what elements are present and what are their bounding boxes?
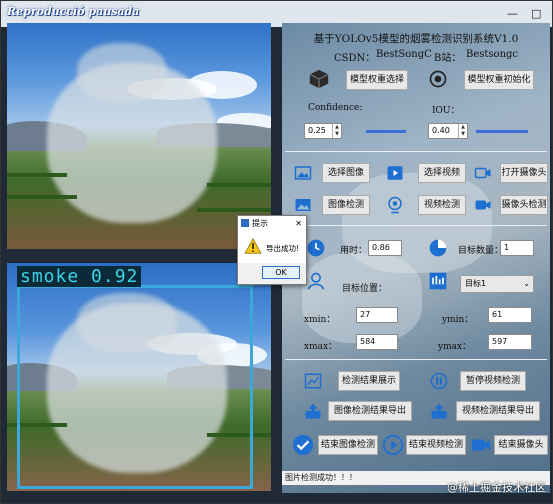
main-window: Reproducció pausada — □ smoke 0.92 基于YOL… (0, 0, 553, 504)
count-label: 目标数量： (458, 246, 504, 256)
ok-button[interactable]: OK (262, 266, 300, 279)
csdn-label: CSDN： (334, 53, 376, 64)
image-icon (294, 166, 312, 180)
xmax-label: xmax： (304, 342, 338, 352)
iou-label: IOU： (432, 106, 460, 116)
show-result-button[interactable]: 检测结果展示 (338, 371, 400, 391)
message-dialog: 提示 ✕ 导出成功! OK (237, 215, 307, 285)
count-field: 1 (500, 240, 534, 256)
time-field: 0.86 (368, 240, 402, 256)
confidence-value: 0.25 (308, 126, 326, 135)
model-init-button[interactable]: 模型权重初始化 (464, 70, 534, 90)
clock-icon (307, 239, 325, 257)
target-select-value: 目标1 (465, 279, 487, 288)
ymax-field: 597 (488, 334, 532, 350)
chevron-down-icon: ⌄ (523, 279, 530, 288)
iou-slider[interactable] (476, 130, 528, 133)
image-detect-icon (295, 199, 311, 211)
app-title: 基于YOLOv5模型的烟雾检测识别系统V1.0 (313, 33, 519, 45)
dialog-title: 提示 (252, 219, 268, 228)
video-file-icon (387, 166, 403, 180)
iou-value: 0.40 (432, 126, 450, 135)
check-circle-icon (292, 434, 314, 456)
ymax-label: ymax： (438, 342, 472, 352)
camera-icon (474, 167, 491, 179)
dialog-message: 导出成功! (266, 244, 300, 253)
list-icon (429, 272, 447, 290)
pie-chart-icon (429, 239, 447, 257)
spin-arrows-icon[interactable]: ▲ ▼ (332, 124, 341, 138)
pause-icon (430, 372, 448, 390)
xmax-field: 584 (356, 334, 398, 350)
user-location-icon (307, 272, 325, 290)
xmin-label: xmin： (304, 315, 336, 325)
image-detect-button[interactable]: 图像检测 (322, 195, 370, 215)
watermark: @稀土掘金技术社区 (447, 481, 546, 494)
bilibili-value: Bestsongc (466, 49, 519, 60)
export-image-result-button[interactable]: 图像检测结果导出 (328, 401, 412, 421)
end-video-detect-button[interactable]: 结束视频检测 (406, 435, 466, 455)
window-title: Reproducció pausada (7, 5, 140, 18)
webcam-icon (388, 196, 402, 214)
detection-bounding-box (17, 285, 253, 489)
control-panel: 基于YOLOv5模型的烟雾检测识别系统V1.0 CSDN： BestSongC … (282, 23, 550, 493)
xmin-field: 27 (356, 307, 398, 323)
play-circle-icon (382, 434, 404, 456)
select-video-button[interactable]: 选择视频 (418, 163, 466, 183)
minimize-button[interactable]: — (507, 7, 518, 20)
maximize-button[interactable]: □ (531, 7, 541, 20)
upload-icon (305, 403, 321, 419)
confidence-label: Confidence: (308, 103, 363, 113)
warning-icon (244, 238, 262, 254)
select-image-button[interactable]: 选择图像 (322, 163, 370, 183)
position-label: 目标位置： (342, 284, 388, 294)
csdn-value: BestSongC (376, 49, 432, 60)
detection-result-view: smoke 0.92 (7, 263, 271, 491)
webcam-off-icon (471, 439, 491, 451)
export-video-result-button[interactable]: 视频检测结果导出 (456, 401, 540, 421)
bilibili-label: B站： (434, 53, 462, 64)
ymin-field: 61 (488, 307, 532, 323)
time-label: 用时： (340, 246, 368, 256)
original-image-view (7, 23, 271, 249)
line-chart-icon (304, 373, 322, 389)
camera-detect-button[interactable]: 摄像头检测 (500, 195, 548, 215)
video-camera-icon (475, 200, 491, 210)
dialog-title-bar: 提示 ✕ (238, 216, 306, 231)
dialog-body: 导出成功! (238, 231, 306, 263)
iou-spinbox[interactable]: 0.40 ▲ ▼ (428, 123, 468, 139)
end-image-detect-button[interactable]: 结束图像检测 (318, 435, 378, 455)
detection-label: smoke 0.92 (17, 266, 142, 287)
model-select-button[interactable]: 模型权重选择 (346, 70, 408, 90)
cube-icon (309, 69, 329, 89)
target-icon (429, 70, 447, 88)
dialog-close-button[interactable]: ✕ (295, 216, 302, 231)
spin-arrows-icon[interactable]: ▲ ▼ (458, 124, 467, 138)
ymin-label: ymin： (442, 315, 474, 325)
target-select[interactable]: 目标1 ⌄ (460, 275, 534, 293)
pause-video-button[interactable]: 暂停视频检测 (460, 371, 526, 391)
confidence-slider[interactable] (366, 130, 406, 133)
end-camera-button[interactable]: 结束摄像头 (494, 435, 548, 455)
video-detect-button[interactable]: 视频检测 (418, 195, 466, 215)
confidence-spinbox[interactable]: 0.25 ▲ ▼ (304, 123, 342, 139)
app-icon (241, 219, 249, 227)
open-camera-button[interactable]: 打开摄像头 (500, 163, 548, 183)
upload-icon (431, 403, 447, 419)
